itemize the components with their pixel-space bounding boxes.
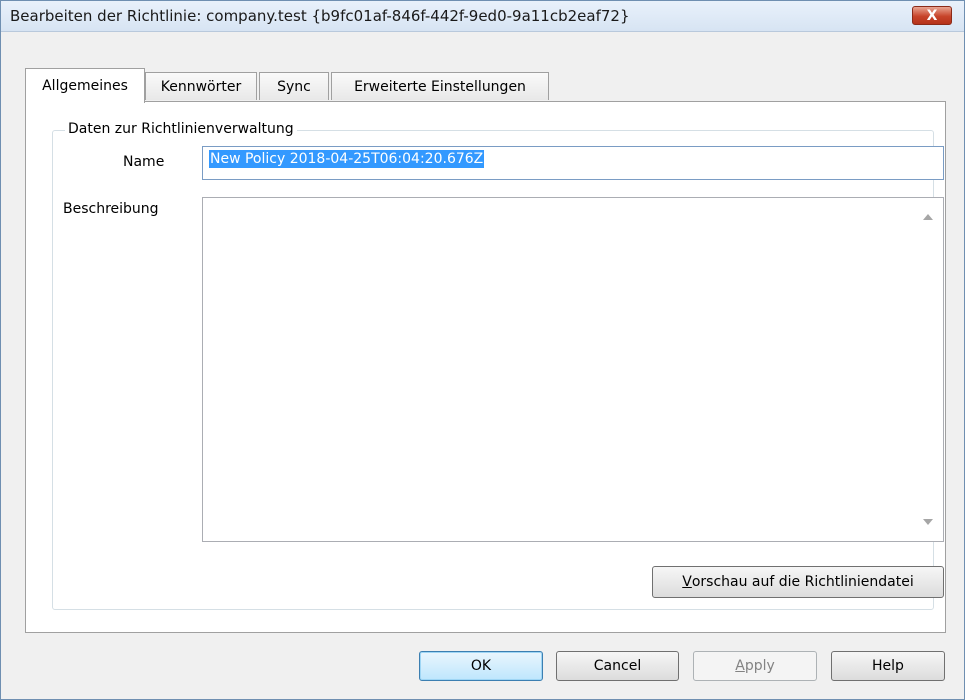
scroll-up-icon[interactable]	[923, 214, 933, 220]
help-button[interactable]: Help	[831, 651, 945, 681]
close-button[interactable]: X	[912, 6, 952, 25]
description-textarea[interactable]	[202, 197, 944, 542]
window-title: Bearbeiten der Richtlinie: company.test …	[10, 7, 630, 25]
name-input-value: New Policy 2018-04-25T06:04:20.676Z	[209, 150, 485, 168]
name-input[interactable]: New Policy 2018-04-25T06:04:20.676Z	[202, 146, 944, 180]
tab-allgemeines[interactable]: Allgemeines	[25, 68, 145, 103]
close-icon: X	[926, 7, 938, 24]
tab-erweiterte-einstellungen[interactable]: Erweiterte Einstellungen	[331, 72, 549, 100]
preview-policy-file-button[interactable]: Vorschau auf die Richtliniendatei	[652, 566, 944, 598]
apply-label: pply	[744, 658, 775, 674]
title-bar[interactable]: Bearbeiten der Richtlinie: company.test …	[1, 1, 964, 32]
apply-accel: A	[735, 658, 745, 674]
preview-label: orschau auf die Richtliniendatei	[691, 574, 914, 590]
preview-accel: V	[682, 574, 692, 590]
tab-panel-allgemeines: Daten zur Richtlinienverwaltung Name New…	[25, 101, 946, 633]
description-scrollbar[interactable]	[917, 198, 943, 541]
group-legend: Daten zur Richtlinienverwaltung	[65, 121, 297, 137]
tab-kennwoerter[interactable]: Kennwörter	[145, 72, 257, 100]
name-label: Name	[123, 154, 165, 170]
policy-data-group: Daten zur Richtlinienverwaltung Name New…	[52, 121, 944, 610]
tab-sync[interactable]: Sync	[259, 72, 329, 100]
cancel-button[interactable]: Cancel	[556, 651, 679, 681]
policy-edit-dialog: Bearbeiten der Richtlinie: company.test …	[0, 0, 965, 700]
scroll-down-icon[interactable]	[923, 519, 933, 525]
description-label: Beschreibung	[63, 201, 159, 217]
ok-button[interactable]: OK	[419, 651, 543, 681]
apply-button[interactable]: Apply	[693, 651, 817, 681]
